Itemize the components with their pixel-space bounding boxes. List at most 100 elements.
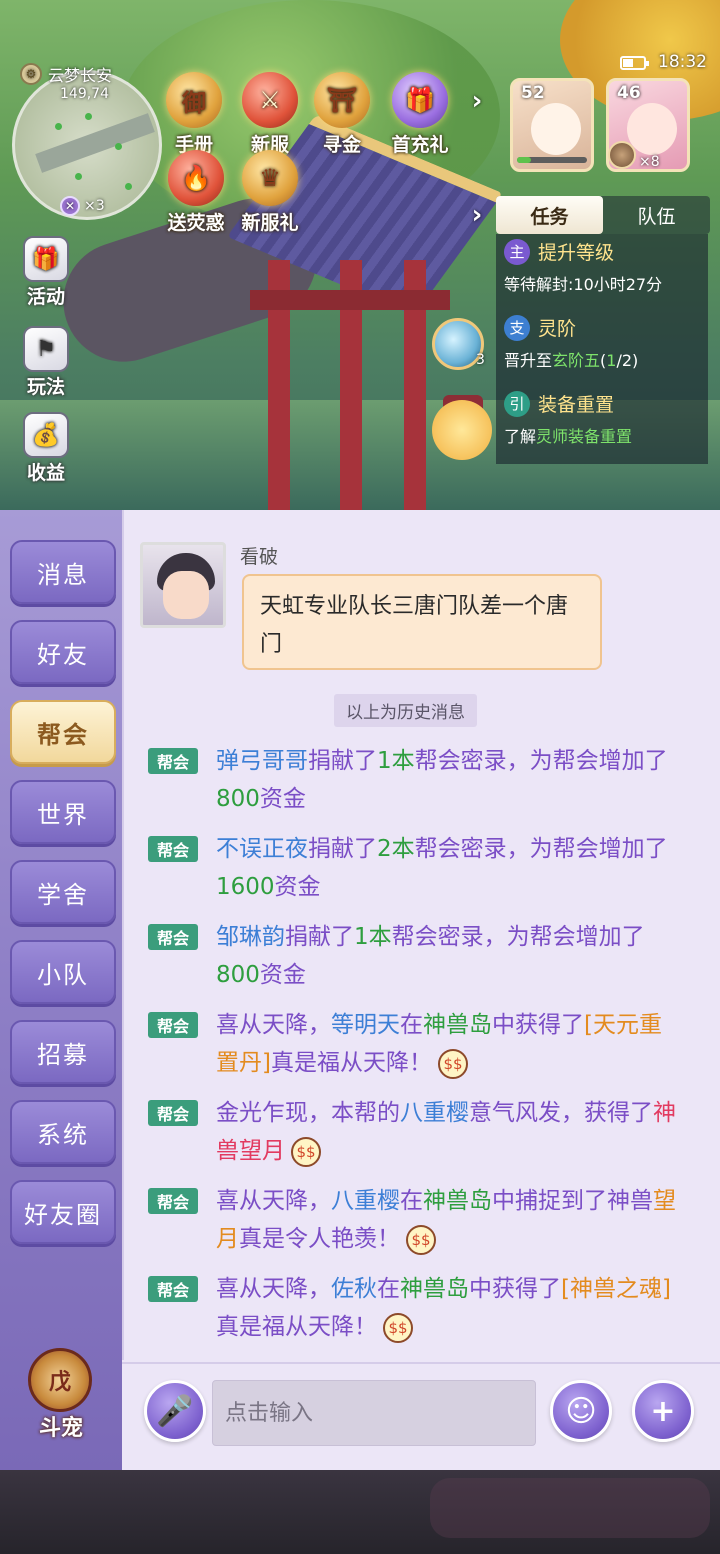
hero-level: 46 xyxy=(617,83,641,103)
message-text: 弹弓哥哥捐献了1本帮会密录，为帮会增加了 800资金 xyxy=(216,742,678,818)
task-title: 装备重置 xyxy=(538,394,615,416)
chat-category-5[interactable]: 小队 xyxy=(10,940,116,1004)
guild-tag-badge: 帮会 xyxy=(148,1012,198,1038)
chat-category-3[interactable]: 世界 xyxy=(10,780,116,844)
map-location[interactable]: ⚙ 云梦长安 xyxy=(20,62,112,86)
book-icon: 御 xyxy=(166,72,222,128)
avatar-face xyxy=(163,571,209,619)
pet-battle-label: 斗宠 xyxy=(38,1416,83,1441)
money-eyes-emoji-icon: $$ xyxy=(437,1048,468,1079)
task-tabs: 任务 队伍 xyxy=(496,196,710,234)
settings-gear-icon[interactable]: ⚙ xyxy=(20,63,42,85)
message-text-segment: 帮会密录，为帮会增加了 xyxy=(391,924,645,950)
task-list: 主提升等级 等待解封:10小时27分 支灵阶 晋升至玄阶五(1/2) 引装备重置… xyxy=(496,234,708,464)
pagoda-icon: ⛩ xyxy=(314,72,370,128)
new-server-gift-button[interactable]: ♛ 新服礼 xyxy=(234,150,306,235)
guild-tag-badge: 帮会 xyxy=(148,924,198,950)
income-button[interactable]: 💰 收益 xyxy=(14,412,78,485)
side-quest-badge: 支 xyxy=(504,314,530,341)
task-progress-current: 1 xyxy=(606,351,617,370)
highlighted-text[interactable]: 八重樱 xyxy=(400,1100,469,1126)
gameplay-button[interactable]: ⚑ 玩法 xyxy=(14,326,78,399)
task-item-side[interactable]: 支灵阶 晋升至玄阶五(1/2) xyxy=(496,310,708,386)
message-text-segment: 喜从天降， xyxy=(216,1276,331,1302)
map-multiplier[interactable]: ✕ ×3 xyxy=(60,196,105,216)
message-text-segment: 金光乍现，本帮的 xyxy=(216,1100,400,1126)
message-text-segment: 中捕捉到了神兽 xyxy=(492,1188,653,1214)
send-yinghuo-button[interactable]: 🔥 送荧惑 xyxy=(160,150,232,235)
minimap-marker xyxy=(75,173,82,180)
clock: 18:32 xyxy=(658,52,707,72)
drum-icon: 戊 xyxy=(28,1348,92,1412)
highlighted-text[interactable]: 等明天 xyxy=(331,1012,400,1038)
income-label: 收益 xyxy=(26,462,65,484)
minimap-marker xyxy=(85,113,92,120)
chat-input[interactable] xyxy=(212,1380,536,1446)
chat-input-bar: 🎤 ☺ + xyxy=(122,1362,720,1470)
message-text-segment: 在 xyxy=(400,1188,423,1214)
guild-tag-badge: 帮会 xyxy=(148,1188,198,1214)
gold-hunt-button[interactable]: ⛩ 寻金 xyxy=(306,72,378,157)
chat-category-6[interactable]: 招募 xyxy=(10,1020,116,1084)
manual-button[interactable]: 御 手册 xyxy=(158,72,230,157)
chat-messages[interactable]: 看破 天虹专业队长三唐门队差一个唐门 以上为历史消息 帮会 弹弓哥哥捐献了1本帮会… xyxy=(122,510,720,1360)
message-text: 不误正夜捐献了2本帮会密录，为帮会增加了 1600资金 xyxy=(216,830,678,906)
expand-top-icons-chevron-icon[interactable]: › xyxy=(460,84,494,118)
message-text: 邹琳韵捐献了1本帮会密录，为帮会增加了 800资金 xyxy=(216,918,678,994)
activity-button[interactable]: 🎁 活动 xyxy=(14,236,78,309)
chat-category-7[interactable]: 系统 xyxy=(10,1100,116,1164)
minimap-marker xyxy=(55,123,62,130)
highlighted-text: 800 xyxy=(216,962,260,988)
task-item-guide[interactable]: 引装备重置 了解灵师装备重置 xyxy=(496,386,708,462)
highlighted-text: 1600 xyxy=(216,874,275,900)
pet-level: 52 xyxy=(521,83,545,103)
pet-battle-button[interactable]: 戊 斗宠 xyxy=(16,1348,106,1441)
first-recharge-button[interactable]: 🎁 首充礼 xyxy=(384,72,456,157)
game-scene[interactable]: ⚙ 云梦长安 149,74 ✕ ×3 御 手册 ⚔ 新服 ⛩ 寻金 🎁 首充礼 … xyxy=(0,0,720,510)
money-bag-icon: 💰 xyxy=(23,412,69,458)
sender-name[interactable]: 看破 xyxy=(240,542,278,569)
chat-category-sidebar: 消息好友帮会世界学舍小队招募系统好友圈 xyxy=(0,510,122,1470)
chat-bubble: 天虹专业队长三唐门队差一个唐门 xyxy=(242,574,602,670)
emoji-icon[interactable]: ☺ xyxy=(550,1380,612,1442)
collapse-task-panel-chevron-icon[interactable]: › xyxy=(460,198,494,232)
highlighted-text[interactable]: 八重樱 xyxy=(331,1188,400,1214)
message-text-segment: 真是令人艳羡！ xyxy=(239,1226,400,1252)
chat-category-1[interactable]: 好友 xyxy=(10,620,116,684)
guild-tag-badge: 帮会 xyxy=(148,1100,198,1126)
task-item-main[interactable]: 主提升等级 等待解封:10小时27分 xyxy=(496,234,708,310)
chat-category-0[interactable]: 消息 xyxy=(10,540,116,604)
message-text-segment: 喜从天降， xyxy=(216,1012,331,1038)
money-eyes-emoji-icon: $$ xyxy=(291,1136,321,1167)
message-text-segment: 资金 xyxy=(259,786,306,812)
tab-team[interactable]: 队伍 xyxy=(603,196,710,234)
highlighted-text: 神兽岛 xyxy=(400,1276,469,1302)
message-text-segment: 中获得了 xyxy=(492,1012,584,1038)
avatar[interactable] xyxy=(140,542,226,628)
highlighted-text[interactable]: 佐秋 xyxy=(331,1276,377,1302)
task-desc: 等待解封:10小时27分 xyxy=(504,275,663,294)
plus-icon[interactable]: + xyxy=(632,1380,694,1442)
pet-portrait xyxy=(531,103,581,155)
gold-hunt-label: 寻金 xyxy=(322,134,361,156)
new-server-button[interactable]: ⚔ 新服 xyxy=(234,72,306,157)
hero-count: ×8 xyxy=(639,154,660,170)
message-text-segment: 意气风发，获得了 xyxy=(469,1100,653,1126)
orb-count: 3 xyxy=(476,352,485,368)
task-desc-target: 灵师装备重置 xyxy=(536,427,633,446)
highlighted-text: 2本 xyxy=(377,836,415,862)
chat-category-8[interactable]: 好友圈 xyxy=(10,1180,116,1244)
pet-card[interactable]: 52 xyxy=(510,78,594,172)
highlighted-text[interactable]: 弹弓哥哥 xyxy=(216,748,308,774)
highlighted-text[interactable]: 邹琳韵 xyxy=(216,924,285,950)
message-text-segment: 捐献了 xyxy=(308,748,377,774)
chat-category-2[interactable]: 帮会 xyxy=(10,700,116,764)
highlighted-text: 神兽岛 xyxy=(423,1012,492,1038)
highlighted-text[interactable]: 不误正夜 xyxy=(216,836,308,862)
message-text-segment: 帮会密录，为帮会增加了 xyxy=(414,836,668,862)
message-text-segment: 在 xyxy=(377,1276,400,1302)
microphone-icon[interactable]: 🎤 xyxy=(144,1380,206,1442)
chat-category-4[interactable]: 学舍 xyxy=(10,860,116,924)
tab-tasks[interactable]: 任务 xyxy=(496,196,603,234)
location-name: 云梦长安 xyxy=(48,66,113,85)
